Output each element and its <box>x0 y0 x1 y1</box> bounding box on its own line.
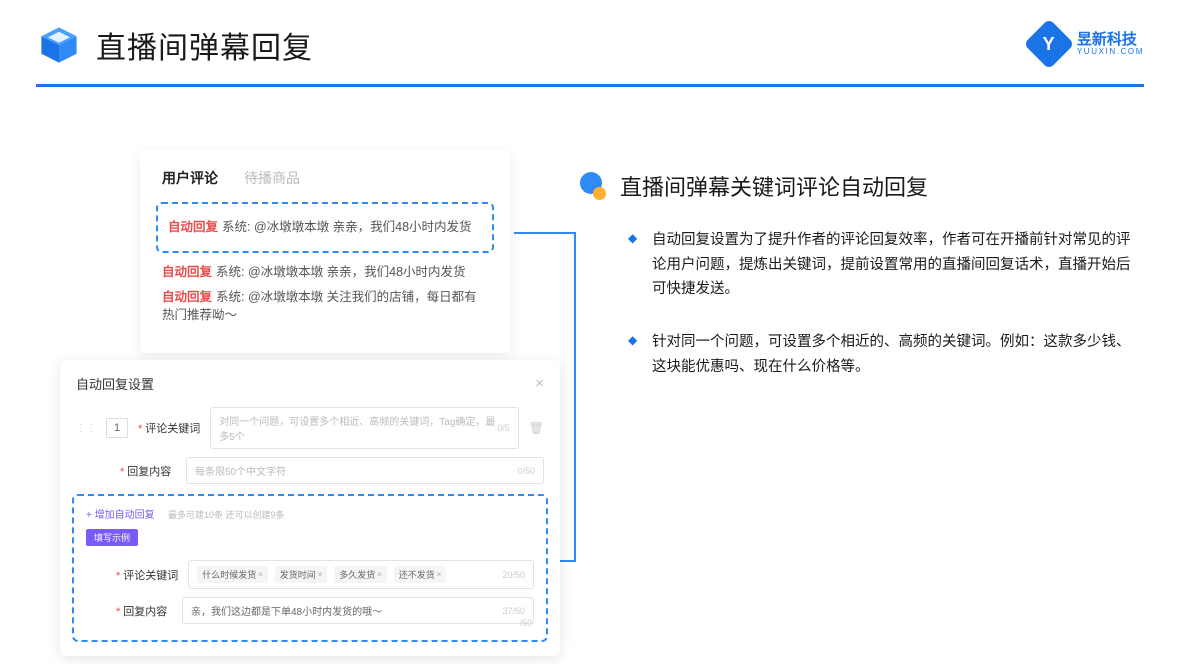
brand-logo: Y 昱新科技 YUUXIN.COM <box>1031 26 1144 62</box>
auto-reply-settings-panel: 自动回复设置 × ⋮⋮ 1 评论关键词 对同一个问题，可设置多个相近、高频的关键… <box>60 360 560 656</box>
example-badge: 填写示例 <box>86 529 138 546</box>
brand-icon: Y <box>1023 19 1074 70</box>
example-content-input[interactable]: 亲，我们这边都是下单48小时内发货的哦～ 37/50 <box>182 597 534 624</box>
example-keyword-input[interactable]: 什么时候发货× 发货时间× 多久发货× 还不发货× 20/50 <box>188 560 534 589</box>
section-title: 直播间弹幕关键词评论自动回复 <box>620 170 928 202</box>
brand-name: 昱新科技 <box>1077 32 1144 47</box>
add-auto-reply-link[interactable]: + 增加自动回复 <box>86 510 155 521</box>
content-label: 回复内容 <box>116 603 172 619</box>
page-title: 直播间弹幕回复 <box>96 23 313 67</box>
keyword-label: 评论关键词 <box>138 420 200 436</box>
brand-subtitle: YUUXIN.COM <box>1077 47 1144 56</box>
ghost-count: /50 <box>519 618 532 628</box>
highlighted-comment: 自动回复系统: @冰墩墩本墩 亲亲，我们48小时内发货 <box>156 202 494 253</box>
keyword-input[interactable]: 对同一个问题，可设置多个相近、高频的关键词，Tag确定，最多5个 0/5 <box>210 407 518 449</box>
comment-line: 自动回复系统: @冰墩墩本墩 关注我们的店铺，每日都有热门推荐呦～ <box>162 288 488 326</box>
delete-icon[interactable]: 🗑 <box>529 421 544 435</box>
close-icon[interactable]: × <box>535 375 544 392</box>
add-hint: 最多可建10条 还可以创建9条 <box>168 510 285 520</box>
rule-number: 1 <box>106 418 128 438</box>
auto-reply-badge: 自动回复 <box>168 220 218 234</box>
content-label: 回复内容 <box>120 463 176 479</box>
comment-line: 自动回复系统: @冰墩墩本墩 亲亲，我们48小时内发货 <box>168 218 482 237</box>
cube-icon <box>36 22 82 68</box>
keyword-tag[interactable]: 还不发货× <box>394 566 447 583</box>
bullet-item: 针对同一个问题，可设置多个相近的、高频的关键词。例如：这款多少钱、这块能优惠吗、… <box>652 330 1140 379</box>
connector-line <box>514 232 574 234</box>
tab-user-comments[interactable]: 用户评论 <box>162 168 218 188</box>
auto-reply-badge: 自动回复 <box>162 290 212 304</box>
comment-line: 自动回复系统: @冰墩墩本墩 亲亲，我们48小时内发货 <box>162 263 488 282</box>
keyword-tag[interactable]: 什么时候发货× <box>197 566 268 583</box>
connector-line <box>574 232 576 562</box>
header-divider <box>36 84 1144 87</box>
auto-reply-badge: 自动回复 <box>162 265 212 279</box>
keyword-label: 评论关键词 <box>116 567 178 583</box>
keyword-tag[interactable]: 多久发货× <box>334 566 387 583</box>
bullet-item: 自动回复设置为了提升作者的评论回复效率，作者可在开播前针对常见的评论用户问题，提… <box>652 228 1140 302</box>
tab-pending-products[interactable]: 待播商品 <box>244 168 300 188</box>
example-section: + 增加自动回复 最多可建10条 还可以创建9条 填写示例 评论关键词 什么时候… <box>72 494 548 642</box>
comments-panel: 用户评论 待播商品 自动回复系统: @冰墩墩本墩 亲亲，我们48小时内发货 自动… <box>140 150 510 353</box>
keyword-tag[interactable]: 发货时间× <box>275 566 328 583</box>
settings-title: 自动回复设置 <box>76 374 154 393</box>
drag-handle-icon[interactable]: ⋮⋮ <box>76 423 96 434</box>
content-input[interactable]: 每条限50个中文字符 0/50 <box>186 457 544 484</box>
chat-bubble-icon <box>580 172 608 200</box>
